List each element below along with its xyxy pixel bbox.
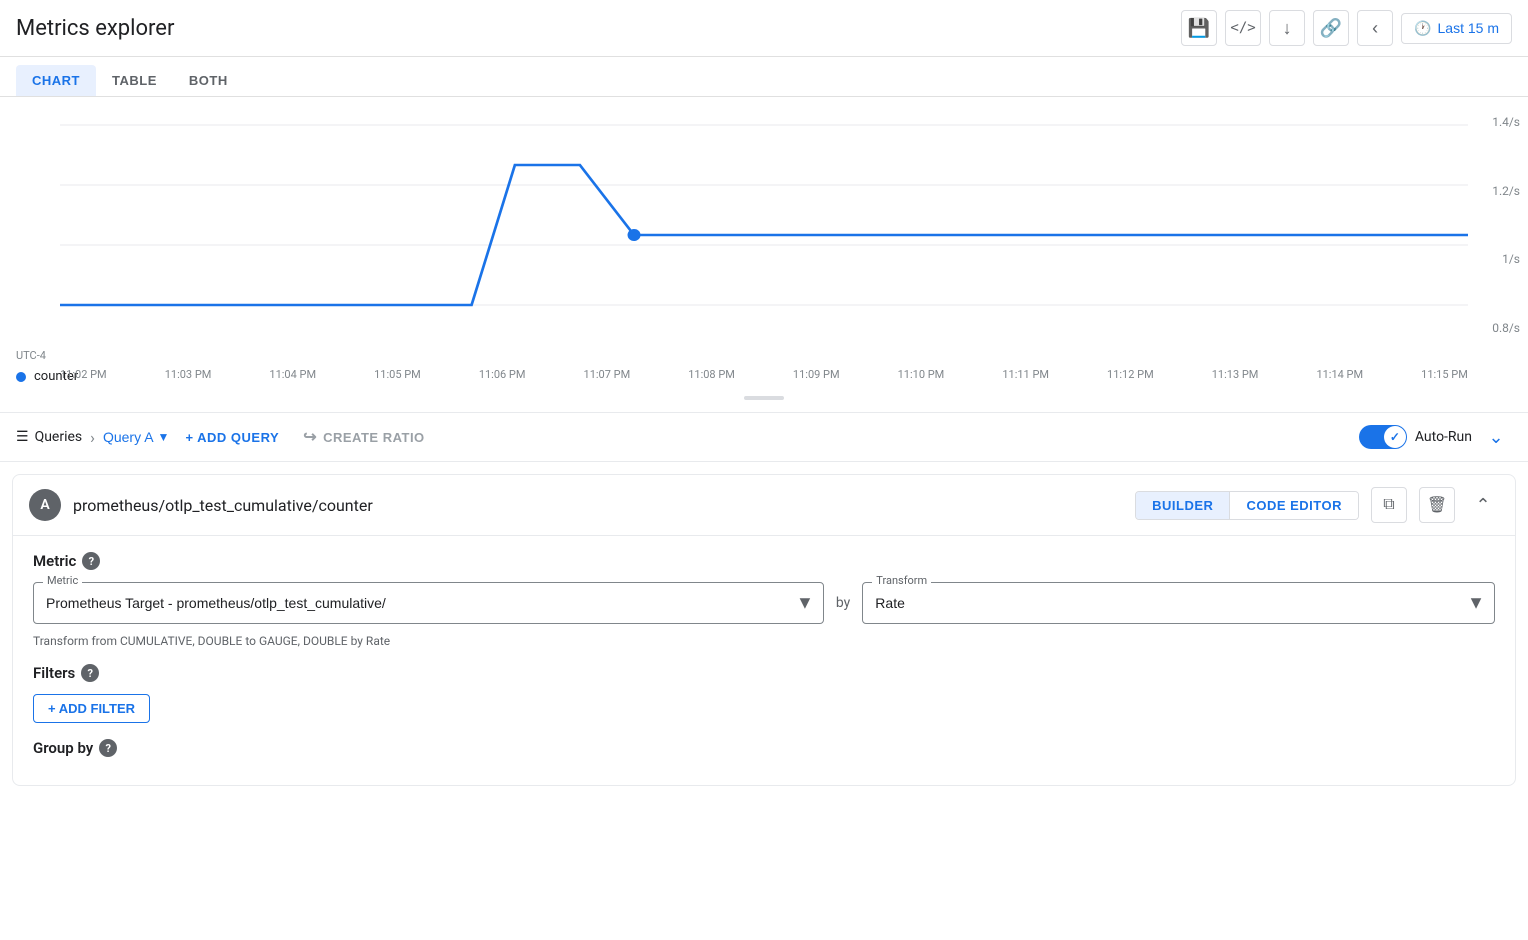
auto-run-toggle[interactable]: ✓ — [1359, 425, 1407, 449]
auto-run-section: ✓ Auto-Run ⌄ — [1359, 421, 1512, 453]
check-icon: ✓ — [1390, 430, 1400, 444]
query-bar-collapse-button[interactable]: ⌄ — [1480, 421, 1512, 453]
filters-section-header: Filters ? — [33, 664, 1495, 682]
back-button[interactable]: ‹ — [1357, 10, 1393, 46]
x-label-13: 11:15 PM — [1421, 368, 1468, 381]
download-button[interactable]: ↓ — [1269, 10, 1305, 46]
transform-field-group: Transform Rate ▼ — [862, 582, 1495, 624]
link-icon: 🔗 — [1320, 18, 1342, 39]
auto-run-label: Auto-Run — [1415, 429, 1472, 445]
group-by-section: Group by ? — [33, 739, 1495, 757]
x-label-10: 11:12 PM — [1107, 368, 1154, 381]
toggle-thumb: ✓ — [1384, 426, 1406, 448]
tab-code-editor[interactable]: CODE EDITOR — [1230, 492, 1358, 519]
chart-y-labels: 1.4/s 1.2/s 1/s 0.8/s — [1492, 115, 1520, 335]
metric-select[interactable]: Prometheus Target - prometheus/otlp_test… — [33, 582, 824, 624]
x-label-2: 11:04 PM — [269, 368, 316, 381]
create-ratio-button[interactable]: ↪ CREATE RATIO — [295, 423, 432, 451]
add-filter-button[interactable]: + ADD FILTER — [33, 694, 150, 723]
time-range-label: Last 15 m — [1438, 20, 1499, 36]
query-bar: ☰ Queries › Query A ▼ + ADD QUERY ↪ CREA… — [0, 413, 1528, 462]
app-header: Metrics explorer 💾 </> ↓ 🔗 ‹ 🕐 Last 15 m — [0, 0, 1528, 57]
transform-hint: Transform from CUMULATIVE, DOUBLE to GAU… — [33, 634, 1495, 648]
x-label-8: 11:10 PM — [898, 368, 945, 381]
metric-help-icon[interactable]: ? — [82, 552, 100, 570]
query-panel-header: A prometheus/otlp_test_cumulative/counte… — [13, 475, 1515, 536]
chart-data-point — [628, 229, 641, 241]
x-label-9: 11:11 PM — [1002, 368, 1049, 381]
chevron-down-icon: ⌄ — [1488, 427, 1503, 448]
y-label-3: 1/s — [1492, 252, 1520, 266]
chevron-down-icon: ▼ — [158, 430, 170, 444]
time-range-button[interactable]: 🕐 Last 15 m — [1401, 13, 1512, 44]
header-actions: 💾 </> ↓ 🔗 ‹ 🕐 Last 15 m — [1181, 10, 1512, 46]
expand-less-icon: ⌃ — [1475, 495, 1490, 516]
link-button[interactable]: 🔗 — [1313, 10, 1349, 46]
panel-body-scroll: Metric ? Metric Prometheus Target - prom… — [13, 536, 1515, 785]
delete-icon: 🗑 — [1427, 495, 1447, 515]
toggle-track: ✓ — [1359, 425, 1407, 449]
filters-help-icon[interactable]: ? — [81, 664, 99, 682]
y-label-2: 1.2/s — [1492, 184, 1520, 198]
resize-handle[interactable] — [0, 392, 1528, 404]
add-query-button[interactable]: + ADD QUERY — [177, 426, 287, 449]
delete-button[interactable]: 🗑 — [1419, 487, 1455, 523]
x-label-5: 11:07 PM — [584, 368, 631, 381]
metric-field-group: Metric Prometheus Target - prometheus/ot… — [33, 582, 824, 624]
x-label-12: 11:14 PM — [1316, 368, 1363, 381]
x-label-1: 11:03 PM — [165, 368, 212, 381]
query-avatar: A — [29, 489, 61, 521]
resize-bar[interactable] — [744, 396, 784, 400]
copy-button[interactable]: ⧉ — [1371, 487, 1407, 523]
x-label-0: 11:02 PM — [60, 368, 107, 381]
tab-table[interactable]: TABLE — [96, 65, 173, 96]
panel-collapse-button[interactable]: ⌃ — [1467, 489, 1499, 521]
breadcrumb-separator: › — [90, 428, 95, 447]
panel-tab-group: BUILDER CODE EDITOR — [1135, 491, 1359, 520]
ratio-icon: ↪ — [303, 427, 317, 447]
save-icon: 💾 — [1188, 18, 1210, 39]
queries-label[interactable]: ☰ Queries — [16, 429, 82, 445]
metric-input-row: Metric Prometheus Target - prometheus/ot… — [33, 582, 1495, 624]
clock-icon: 🕐 — [1414, 20, 1431, 37]
chart-view-tabs: CHART TABLE BOTH — [0, 57, 1528, 97]
code-icon: </> — [1230, 20, 1255, 36]
chevron-left-icon: ‹ — [1372, 18, 1378, 39]
copy-icon: ⧉ — [1383, 496, 1394, 514]
chart-x-labels: 11:02 PM 11:03 PM 11:04 PM 11:05 PM 11:0… — [0, 364, 1528, 381]
chart-timezone: UTC-4 — [0, 349, 1528, 362]
code-button[interactable]: </> — [1225, 10, 1261, 46]
chart-svg-container — [0, 105, 1528, 349]
x-label-11: 11:13 PM — [1212, 368, 1259, 381]
x-label-3: 11:05 PM — [374, 368, 421, 381]
query-panel-body: Metric ? Metric Prometheus Target - prom… — [13, 536, 1515, 785]
x-label-6: 11:08 PM — [688, 368, 735, 381]
query-name-button[interactable]: Query A ▼ — [103, 429, 169, 445]
filters-section: Filters ? + ADD FILTER — [33, 664, 1495, 723]
page-title: Metrics explorer — [16, 16, 174, 41]
download-icon: ↓ — [1283, 18, 1292, 39]
list-icon: ☰ — [16, 429, 29, 445]
query-panel: A prometheus/otlp_test_cumulative/counte… — [12, 474, 1516, 786]
x-label-4: 11:06 PM — [479, 368, 526, 381]
x-label-7: 11:09 PM — [793, 368, 840, 381]
group-by-section-header: Group by ? — [33, 739, 1495, 757]
tab-builder[interactable]: BUILDER — [1136, 492, 1229, 519]
chart-area: 1.4/s 1.2/s 1/s 0.8/s UTC-4 — [0, 97, 1528, 413]
y-label-4: 0.8/s — [1492, 321, 1520, 335]
transform-select[interactable]: Rate — [862, 582, 1495, 624]
save-button[interactable]: 💾 — [1181, 10, 1217, 46]
query-metric-name: prometheus/otlp_test_cumulative/counter — [73, 496, 1123, 515]
metric-section-header: Metric ? — [33, 552, 1495, 570]
tab-chart[interactable]: CHART — [16, 65, 96, 96]
y-label-1: 1.4/s — [1492, 115, 1520, 129]
chart-svg — [60, 105, 1468, 345]
by-label: by — [836, 595, 850, 611]
metric-field-label: Metric — [43, 574, 82, 587]
transform-field-label: Transform — [872, 574, 931, 587]
group-by-help-icon[interactable]: ? — [99, 739, 117, 757]
tab-both[interactable]: BOTH — [173, 65, 244, 96]
